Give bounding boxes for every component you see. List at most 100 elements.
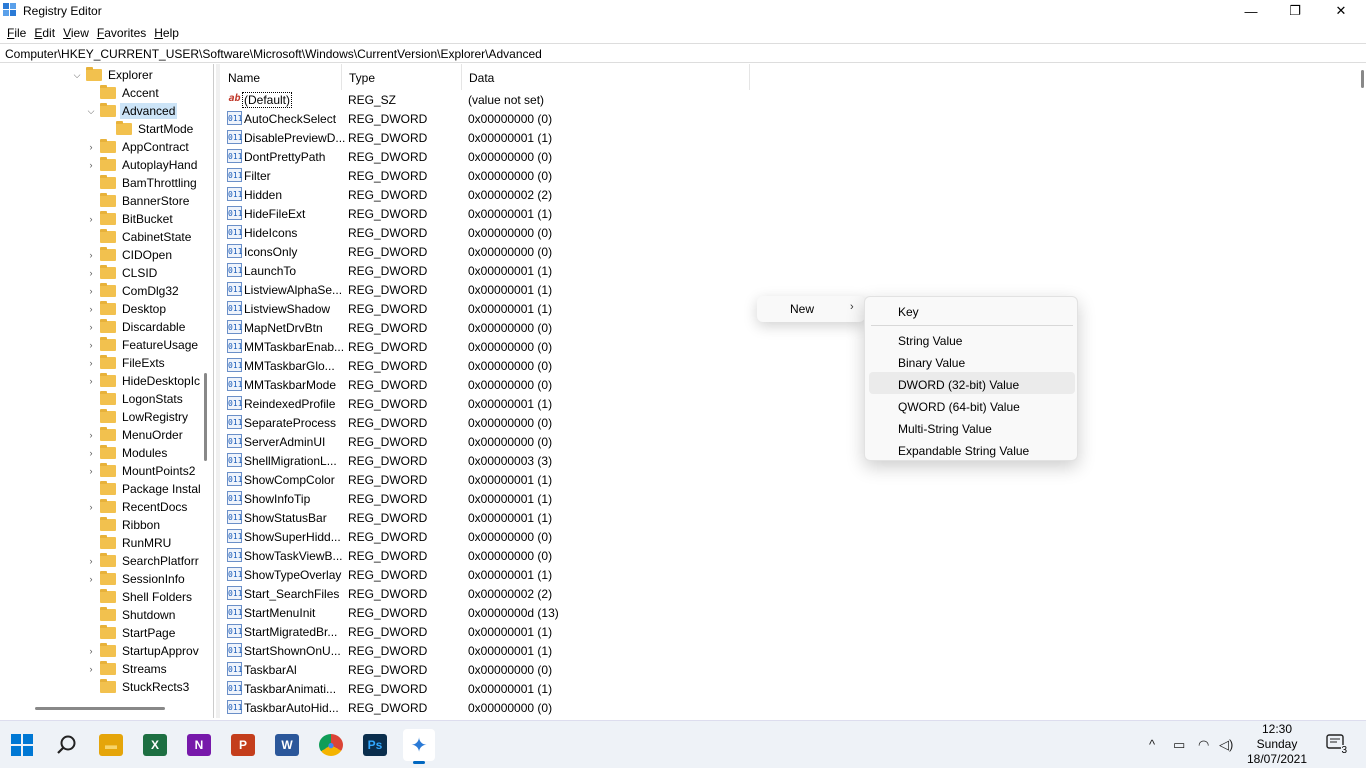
- table-row[interactable]: 011 TaskbarAnimati... REG_DWORD 0x00000001 …: [221, 679, 781, 698]
- table-row[interactable]: 011 StartShownOnU... REG_DWORD 0x00000001 (…: [221, 641, 781, 660]
- table-row[interactable]: 011 HideIcons REG_DWORD 0x00000000 (0): [221, 223, 781, 242]
- chevron-right-icon[interactable]: ›: [86, 574, 96, 584]
- table-row[interactable]: 011 DontPrettyPath REG_DWORD 0x00000000 (0): [221, 147, 781, 166]
- tree-item[interactable]: › CIDOpen: [86, 246, 174, 264]
- key-tree[interactable]: ⌵ Explorer Accent ⌵ Advanced StartMode › Ap…: [0, 64, 214, 718]
- taskbar-excel[interactable]: X: [139, 729, 171, 761]
- taskbar-regedit[interactable]: ✦: [403, 729, 435, 764]
- menu-file[interactable]: File: [3, 22, 30, 42]
- tree-item[interactable]: › Modules: [86, 444, 169, 462]
- chevron-right-icon[interactable]: ›: [86, 466, 96, 476]
- tree-item[interactable]: › MenuOrder: [86, 426, 185, 444]
- menu-item-new[interactable]: New: [790, 302, 814, 316]
- table-row[interactable]: 011 AutoCheckSelect REG_DWORD 0x00000000 (0…: [221, 109, 781, 128]
- tree-item[interactable]: StuckRects3: [86, 678, 191, 696]
- tree-item[interactable]: › Discardable: [86, 318, 187, 336]
- tree-item[interactable]: Shell Folders: [86, 588, 194, 606]
- tree-item[interactable]: › SessionInfo: [86, 570, 187, 588]
- pane-splitter[interactable]: [216, 64, 220, 718]
- table-row[interactable]: 011 ShowInfoTip REG_DWORD 0x00000001 (1): [221, 489, 781, 508]
- table-row[interactable]: 011 ReindexedProfile REG_DWORD 0x00000001 (…: [221, 394, 781, 413]
- table-row[interactable]: 011 ListviewAlphaSe... REG_DWORD 0x00000001…: [221, 280, 781, 299]
- tree-item[interactable]: › FileExts: [86, 354, 167, 372]
- table-row[interactable]: 011 ShellMigrationL... REG_DWORD 0x00000003…: [221, 451, 781, 470]
- chevron-right-icon[interactable]: ›: [86, 556, 96, 566]
- chevron-right-icon[interactable]: ›: [86, 664, 96, 674]
- tree-horizontal-scrollbar[interactable]: [35, 707, 165, 710]
- table-row[interactable]: 011 ShowStatusBar REG_DWORD 0x00000001 (1): [221, 508, 781, 527]
- table-row[interactable]: 011 SeparateProcess REG_DWORD 0x00000000 (0…: [221, 413, 781, 432]
- tree-item[interactable]: › RecentDocs: [86, 498, 189, 516]
- table-row[interactable]: 011 MMTaskbarMode REG_DWORD 0x00000000 (0): [221, 375, 781, 394]
- tree-item[interactable]: › ComDlg32: [86, 282, 181, 300]
- volume-icon[interactable]: ◁): [1219, 737, 1233, 753]
- chevron-right-icon[interactable]: ›: [86, 340, 96, 350]
- chevron-down-icon[interactable]: ⌵: [72, 70, 82, 81]
- tree-item[interactable]: › HideDesktopIc: [86, 372, 202, 390]
- tree-item[interactable]: BannerStore: [86, 192, 191, 210]
- table-row[interactable]: 011 ShowTaskViewB... REG_DWORD 0x00000000 (…: [221, 546, 781, 565]
- tree-item[interactable]: › FeatureUsage: [86, 336, 200, 354]
- battery-icon[interactable]: ▭: [1173, 737, 1185, 753]
- table-row[interactable]: 011 ShowSuperHidd... REG_DWORD 0x00000000 (…: [221, 527, 781, 546]
- table-row[interactable]: 011 StartMenuInit REG_DWORD 0x0000000d (13): [221, 603, 781, 622]
- table-row[interactable]: 011 Filter REG_DWORD 0x00000000 (0): [221, 166, 781, 185]
- chevron-right-icon[interactable]: ›: [86, 502, 96, 512]
- menu-favorites[interactable]: Favorites: [93, 22, 150, 42]
- tree-item[interactable]: › CLSID: [86, 264, 159, 282]
- table-row[interactable]: 011 ShowTypeOverlay REG_DWORD 0x00000001 (1…: [221, 565, 781, 584]
- taskbar-chrome[interactable]: ●: [315, 729, 347, 761]
- value-list[interactable]: Name Type Data ab (Default) REG_SZ (value n…: [221, 64, 1366, 718]
- tree-item[interactable]: Ribbon: [86, 516, 162, 534]
- menu-edit[interactable]: Edit: [30, 22, 59, 42]
- table-row[interactable]: 011 TaskbarAl REG_DWORD 0x00000000 (0): [221, 660, 781, 679]
- clock[interactable]: 12:30 Sunday 18/07/2021: [1236, 722, 1318, 767]
- chevron-right-icon[interactable]: ›: [86, 430, 96, 440]
- table-row[interactable]: 011 HideFileExt REG_DWORD 0x00000001 (1): [221, 204, 781, 223]
- tree-item[interactable]: LowRegistry: [86, 408, 190, 426]
- tree-vertical-scrollbar[interactable]: [204, 373, 207, 461]
- notification-button[interactable]: 3: [1325, 734, 1347, 756]
- tree-item[interactable]: RunMRU: [86, 534, 173, 552]
- chevron-up-icon[interactable]: ^: [1149, 737, 1155, 752]
- menu-help[interactable]: Help: [150, 22, 183, 42]
- tree-item-advanced[interactable]: ⌵ Advanced: [86, 102, 178, 120]
- taskbar-powerpoint[interactable]: P: [227, 729, 259, 761]
- taskbar-word[interactable]: W: [271, 729, 303, 761]
- table-row[interactable]: 011 MMTaskbarEnab... REG_DWORD 0x00000000 (…: [221, 337, 781, 356]
- chevron-right-icon[interactable]: ›: [86, 250, 96, 260]
- taskbar-onenote[interactable]: N: [183, 729, 215, 761]
- tree-item-explorer[interactable]: ⌵ Explorer: [72, 66, 155, 84]
- submenu-item-string-value[interactable]: String Value: [869, 328, 1075, 350]
- column-data[interactable]: Data: [462, 64, 750, 90]
- tree-item[interactable]: CabinetState: [86, 228, 193, 246]
- tree-item[interactable]: › MountPoints2: [86, 462, 197, 480]
- submenu-item-expandable-string-value[interactable]: Expandable String Value: [869, 438, 1075, 460]
- chevron-right-icon[interactable]: ›: [86, 322, 96, 332]
- tree-item[interactable]: › Desktop: [86, 300, 168, 318]
- wifi-icon[interactable]: ◠: [1198, 737, 1209, 753]
- tree-item[interactable]: › AutoplayHand: [86, 156, 199, 174]
- close-button[interactable]: ✕: [1318, 0, 1364, 22]
- table-row[interactable]: 011 MapNetDrvBtn REG_DWORD 0x00000000 (0): [221, 318, 781, 337]
- submenu-item-binary-value[interactable]: Binary Value: [869, 350, 1075, 372]
- tree-item-accent[interactable]: Accent: [100, 84, 161, 102]
- submenu-item-dword-value[interactable]: DWORD (32-bit) Value: [869, 372, 1075, 394]
- tree-item[interactable]: Shutdown: [86, 606, 177, 624]
- search-button[interactable]: [51, 729, 83, 761]
- tree-item[interactable]: Package Instal: [86, 480, 203, 498]
- tree-item[interactable]: › Streams: [86, 660, 169, 678]
- submenu-item-multi-string-value[interactable]: Multi-String Value: [869, 416, 1075, 438]
- table-row[interactable]: 011 IconsOnly REG_DWORD 0x00000000 (0): [221, 242, 781, 261]
- table-row[interactable]: 011 Start_SearchFiles REG_DWORD 0x00000002 …: [221, 584, 781, 603]
- table-row[interactable]: 011 ListviewShadow REG_DWORD 0x00000001 (1): [221, 299, 781, 318]
- column-name[interactable]: Name: [221, 64, 342, 90]
- table-row[interactable]: 011 MMTaskbarGlo... REG_DWORD 0x00000000 (0…: [221, 356, 781, 375]
- chevron-right-icon[interactable]: ›: [86, 214, 96, 224]
- chevron-right-icon[interactable]: ›: [86, 646, 96, 656]
- table-row[interactable]: 011 ShowCompColor REG_DWORD 0x00000001 (1): [221, 470, 781, 489]
- table-row[interactable]: 011 StartMigratedBr... REG_DWORD 0x00000001…: [221, 622, 781, 641]
- chevron-right-icon[interactable]: ›: [86, 160, 96, 170]
- tree-item[interactable]: StartPage: [86, 624, 177, 642]
- chevron-right-icon[interactable]: ›: [86, 286, 96, 296]
